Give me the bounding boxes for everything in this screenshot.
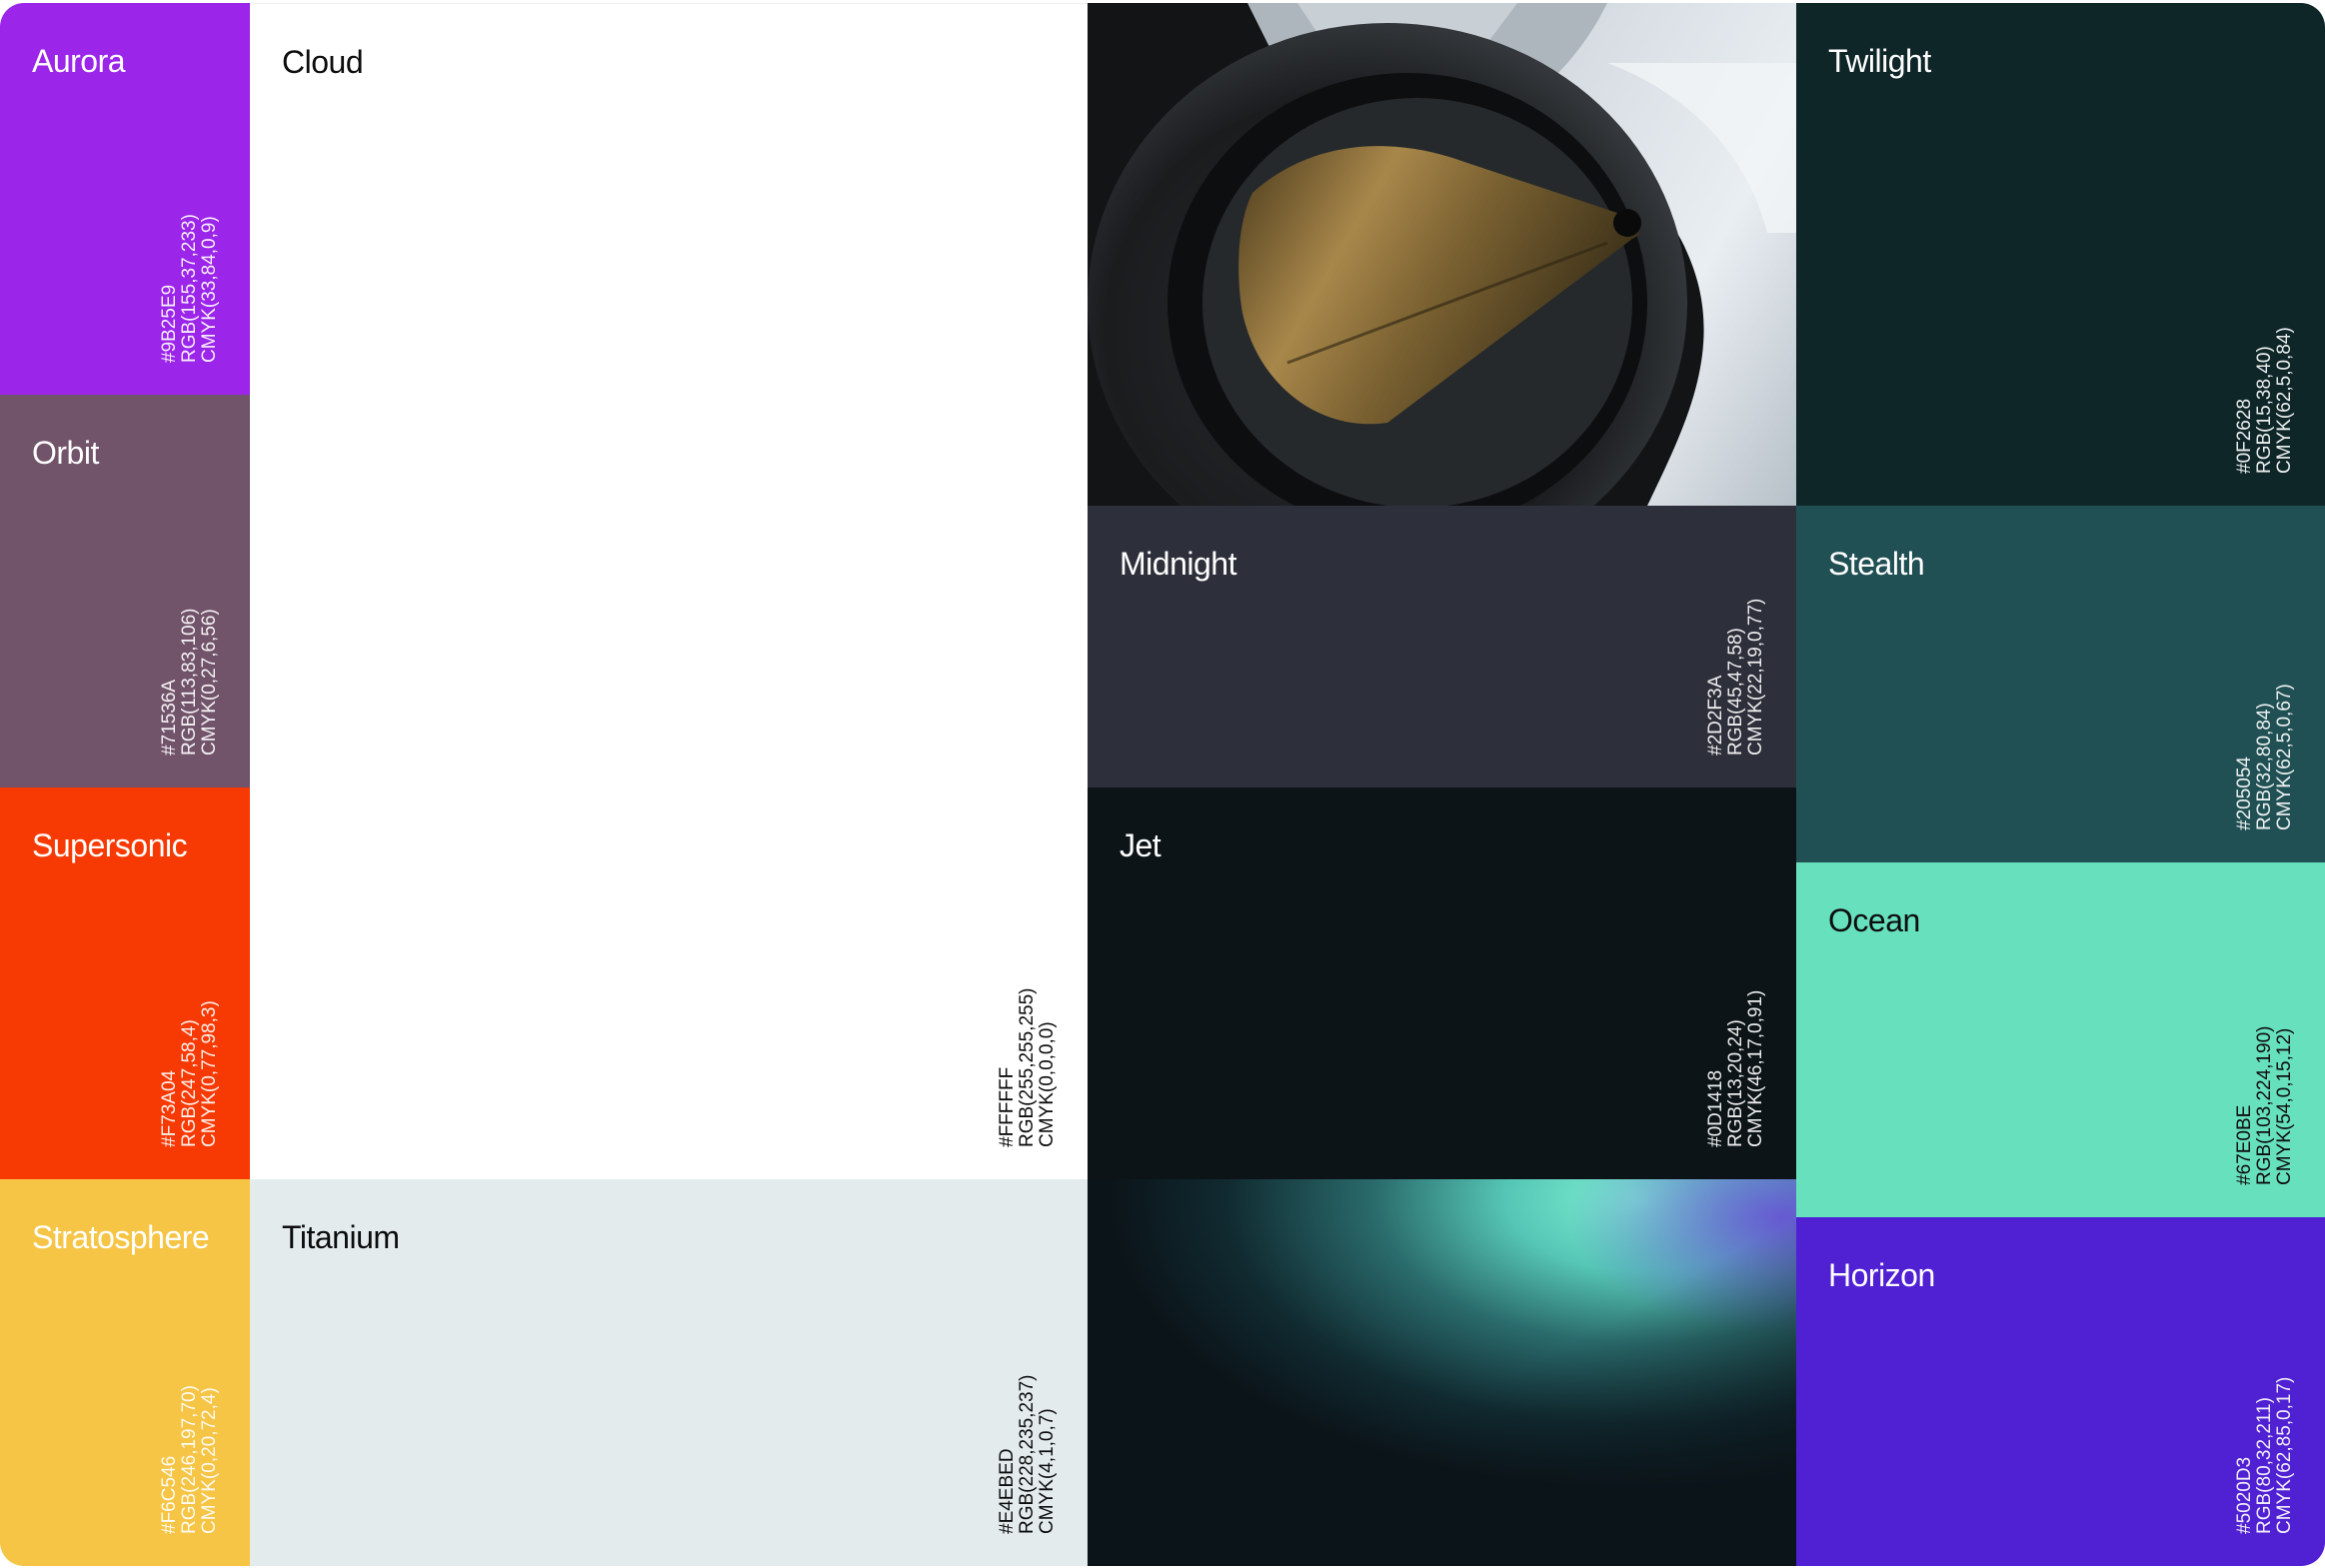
swatch-midnight: Midnight #2D2F3A RGB(45,47,58) CMYK(22,1… xyxy=(1088,506,1796,787)
swatch-hex: #2D2F3A xyxy=(1705,675,1726,756)
swatch-ocean: Ocean #67E0BE RGB(103,224,190) CMYK(54,0… xyxy=(1796,862,2325,1217)
swatch-cmyk: CMYK(0,27,6,56) xyxy=(199,609,220,756)
swatch-codes: #0D1418 RGB(13,20,24) CMYK(46,17,0,91) xyxy=(1705,787,1766,1147)
swatch-cmyk: CMYK(33,84,0,9) xyxy=(199,216,220,363)
swatch-stealth: Stealth #205054 RGB(32,80,84) CMYK(62,5,… xyxy=(1796,506,2325,862)
swatch-stratosphere: Stratosphere #F6C546 RGB(246,197,70) CMY… xyxy=(0,1179,250,1566)
swatch-codes: #2D2F3A RGB(45,47,58) CMYK(22,19,0,77) xyxy=(1705,506,1766,756)
swatch-rgb: RGB(80,32,211) xyxy=(2254,1397,2275,1534)
swatch-name: Ocean xyxy=(1828,902,1920,938)
gradient-glow-illustration xyxy=(1088,1179,1796,1566)
swatch-hex: #F6C546 xyxy=(159,1455,180,1534)
swatch-codes: #F6C546 RGB(246,197,70) CMYK(0,20,72,4) xyxy=(159,1179,220,1534)
swatch-codes: #67E0BE RGB(103,224,190) CMYK(54,0,15,12… xyxy=(2234,862,2295,1186)
swatch-hex: #5020D3 xyxy=(2234,1456,2255,1534)
swatch-hex: #205054 xyxy=(2234,757,2255,830)
swatch-codes: #71536A RGB(113,83,106) CMYK(0,27,6,56) xyxy=(159,396,220,756)
swatch-name: Titanium xyxy=(282,1219,400,1255)
color-palette-board: Aurora #9B25E9 RGB(155,37,233) CMYK(33,8… xyxy=(0,3,2325,1566)
swatch-codes: #205054 RGB(32,80,84) CMYK(62,5,0,67) xyxy=(2234,506,2295,830)
swatch-name: Orbit xyxy=(32,435,99,471)
swatch-rgb: RGB(246,197,70) xyxy=(179,1385,200,1534)
swatch-cmyk: CMYK(0,77,98,3) xyxy=(199,1000,220,1147)
swatch-hex: #F73A04 xyxy=(159,1069,180,1147)
swatch-rgb: RGB(255,255,255) xyxy=(1017,987,1038,1148)
swatch-name: Cloud xyxy=(282,44,364,80)
swatch-name: Jet xyxy=(1120,827,1162,863)
swatch-titanium: Titanium #E4EBED RGB(228,235,237) CMYK(4… xyxy=(250,1179,1088,1566)
swatch-rgb: RGB(113,83,106) xyxy=(179,608,200,756)
swatch-hex: #FFFFFF xyxy=(997,1066,1018,1147)
swatch-codes: #5020D3 RGB(80,32,211) CMYK(62,85,0,17) xyxy=(2234,1217,2295,1534)
swatch-rgb: RGB(228,235,237) xyxy=(1017,1374,1038,1535)
swatch-cmyk: CMYK(62,5,0,84) xyxy=(2274,327,2295,474)
swatch-rgb: RGB(155,37,233) xyxy=(179,214,200,363)
swatch-jet: Jet #0D1418 RGB(13,20,24) CMYK(46,17,0,9… xyxy=(1088,787,1796,1179)
swatch-twilight: Twilight #0F2628 RGB(15,38,40) CMYK(62,5… xyxy=(1796,3,2325,506)
swatch-codes: #9B25E9 RGB(155,37,233) CMYK(33,84,0,9) xyxy=(159,3,220,363)
swatch-name: Twilight xyxy=(1828,43,1931,79)
swatch-cloud: Cloud #FFFFFF RGB(255,255,255) CMYK(0,0,… xyxy=(250,3,1088,1179)
swatch-hex: #0D1418 xyxy=(1705,1069,1726,1147)
swatch-name: Midnight xyxy=(1120,546,1236,582)
swatch-cmyk: CMYK(4,1,0,7) xyxy=(1037,1408,1058,1534)
swatch-cmyk: CMYK(62,85,0,17) xyxy=(2274,1376,2295,1534)
swatch-rgb: RGB(15,38,40) xyxy=(2254,346,2275,474)
swatch-cmyk: CMYK(54,0,15,12) xyxy=(2274,1027,2295,1185)
swatch-rgb: RGB(32,80,84) xyxy=(2254,703,2275,830)
swatch-rgb: RGB(45,47,58) xyxy=(1725,628,1746,756)
swatch-hex: #0F2628 xyxy=(2234,398,2255,474)
swatch-cmyk: CMYK(0,0,0,0) xyxy=(1037,1021,1058,1147)
swatch-cmyk: CMYK(46,17,0,91) xyxy=(1745,989,1766,1147)
swatch-name: Aurora xyxy=(32,43,126,79)
swatch-name: Horizon xyxy=(1828,1257,1935,1293)
swatch-orbit: Orbit #71536A RGB(113,83,106) CMYK(0,27,… xyxy=(0,395,250,787)
swatch-horizon: Horizon #5020D3 RGB(80,32,211) CMYK(62,8… xyxy=(1796,1217,2325,1566)
jet-engine-illustration xyxy=(1088,3,1796,506)
swatch-supersonic: Supersonic #F73A04 RGB(247,58,4) CMYK(0,… xyxy=(0,787,250,1179)
swatch-cmyk: CMYK(22,19,0,77) xyxy=(1745,598,1766,756)
swatch-cmyk: CMYK(0,20,72,4) xyxy=(199,1387,220,1534)
swatch-codes: #F73A04 RGB(247,58,4) CMYK(0,77,98,3) xyxy=(159,787,220,1147)
swatch-rgb: RGB(13,20,24) xyxy=(1725,1019,1746,1147)
swatch-hex: #71536A xyxy=(159,679,180,756)
swatch-codes: #E4EBED RGB(228,235,237) CMYK(4,1,0,7) xyxy=(997,1179,1058,1535)
aurora-gradient-image xyxy=(1088,1179,1796,1566)
swatch-cmyk: CMYK(62,5,0,67) xyxy=(2274,684,2295,830)
swatch-name: Stealth xyxy=(1828,546,1925,582)
swatch-hex: #9B25E9 xyxy=(159,284,180,363)
swatch-hex: #E4EBED xyxy=(997,1448,1018,1534)
swatch-codes: #0F2628 RGB(15,38,40) CMYK(62,5,0,84) xyxy=(2234,114,2295,474)
jet-engine-photo xyxy=(1088,3,1796,506)
swatch-rgb: RGB(103,224,190) xyxy=(2254,1025,2275,1186)
swatch-aurora: Aurora #9B25E9 RGB(155,37,233) CMYK(33,8… xyxy=(0,3,250,395)
swatch-hex: #67E0BE xyxy=(2234,1104,2255,1185)
swatch-rgb: RGB(247,58,4) xyxy=(179,1019,200,1147)
swatch-codes: #FFFFFF RGB(255,255,255) CMYK(0,0,0,0) xyxy=(997,787,1058,1148)
